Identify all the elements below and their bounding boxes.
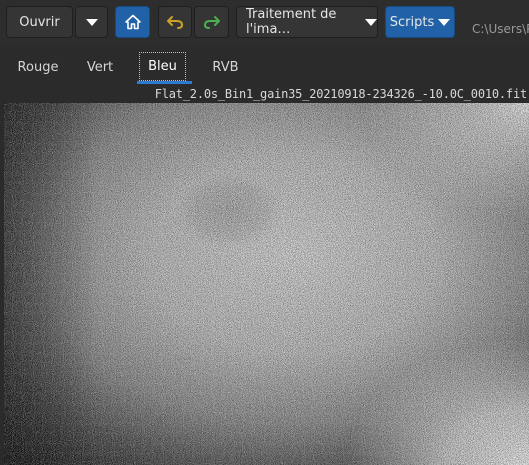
image-processing-menu-button[interactable]: Traitement de l'ima… bbox=[236, 6, 378, 38]
home-icon bbox=[124, 14, 141, 30]
tab-label: RVB bbox=[212, 60, 239, 75]
image-filename: Flat_2.0s_Bin1_gain35_20210918-234326_-1… bbox=[154, 87, 528, 101]
chevron-down-icon bbox=[365, 18, 377, 26]
image-processing-label: Traitement de l'ima… bbox=[246, 7, 337, 37]
home-button[interactable] bbox=[115, 6, 150, 38]
tab-bleu[interactable]: Bleu bbox=[139, 52, 186, 81]
channel-tabs: Rouge Vert Bleu RVB bbox=[0, 46, 529, 89]
tab-rouge[interactable]: Rouge bbox=[14, 46, 62, 89]
image-viewer[interactable] bbox=[4, 103, 529, 465]
working-directory-path[interactable]: C:\Users\P bbox=[472, 22, 529, 36]
tab-label: Rouge bbox=[17, 60, 59, 75]
redo-icon bbox=[203, 16, 220, 29]
redo-button[interactable] bbox=[194, 6, 229, 38]
tab-label: Bleu bbox=[148, 59, 177, 74]
scripts-label: Scripts bbox=[389, 14, 435, 30]
open-button[interactable]: Ouvrir bbox=[6, 6, 73, 38]
undo-icon bbox=[167, 16, 184, 29]
recent-files-dropdown-button[interactable] bbox=[75, 6, 108, 38]
scripts-menu-button[interactable]: Scripts bbox=[385, 6, 455, 38]
flat-frame-image bbox=[4, 103, 529, 465]
active-tab-indicator bbox=[137, 81, 192, 84]
undo-button[interactable] bbox=[158, 6, 192, 38]
tab-rvb[interactable]: RVB bbox=[208, 46, 243, 89]
chevron-down-icon bbox=[85, 18, 98, 26]
siril-window: Ouvrir Traitement de l'ima… Scripts C:\U… bbox=[0, 0, 529, 465]
toolbar: Ouvrir Traitement de l'ima… Scripts C:\U… bbox=[0, 0, 529, 46]
image-filename-bar: Flat_2.0s_Bin1_gain35_20210918-234326_-1… bbox=[0, 87, 529, 103]
tab-label: Vert bbox=[86, 60, 114, 75]
open-button-label: Ouvrir bbox=[19, 14, 60, 30]
tab-vert[interactable]: Vert bbox=[80, 46, 120, 89]
chevron-down-icon bbox=[438, 18, 451, 26]
